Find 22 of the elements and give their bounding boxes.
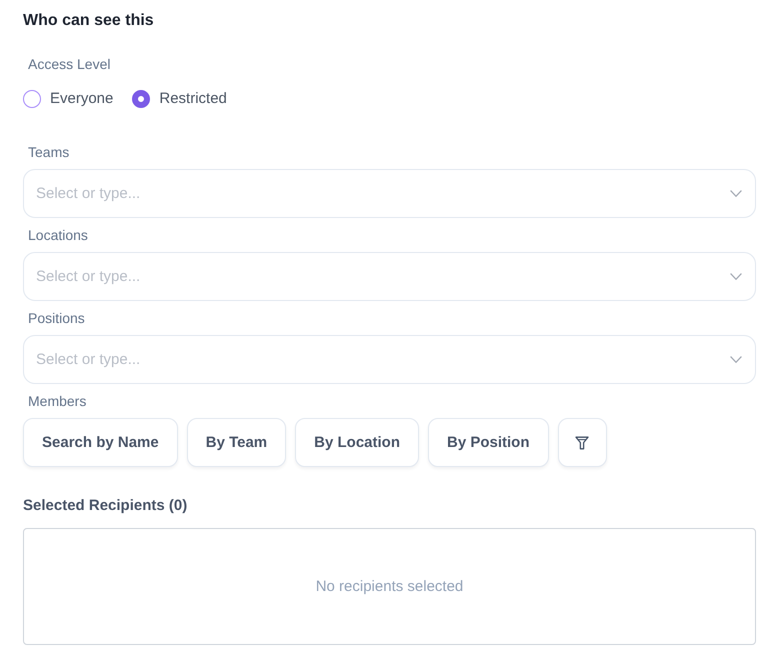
section-title: Who can see this [23,11,154,31]
empty-state-text: No recipients selected [316,578,464,595]
select-field[interactable]: Select or type... [23,169,756,218]
radio-option[interactable]: Restricted [132,89,227,109]
field-label: Positions [27,309,85,328]
search-option-button[interactable]: By Position [428,418,549,467]
field-label: Access Level [27,55,110,74]
section-title: Selected Recipients (0) [23,496,188,516]
field-label: Members [27,392,86,411]
search-option-button[interactable]: By Team [186,418,286,467]
field-label: Teams [27,143,70,162]
select-field[interactable]: Select or type... [23,335,756,384]
search-option-button[interactable]: Search by Name [23,418,178,467]
chevron-down-icon [730,273,742,280]
chevron-down-icon [730,190,742,197]
filter-button[interactable] [558,418,607,467]
filter-icon [575,436,590,450]
radio-option[interactable]: Everyone [23,89,114,109]
field-label: Locations [27,226,88,245]
search-option-button[interactable]: By Location [295,418,419,467]
select-field[interactable]: Select or type... [23,252,756,301]
chevron-down-icon [730,356,742,363]
